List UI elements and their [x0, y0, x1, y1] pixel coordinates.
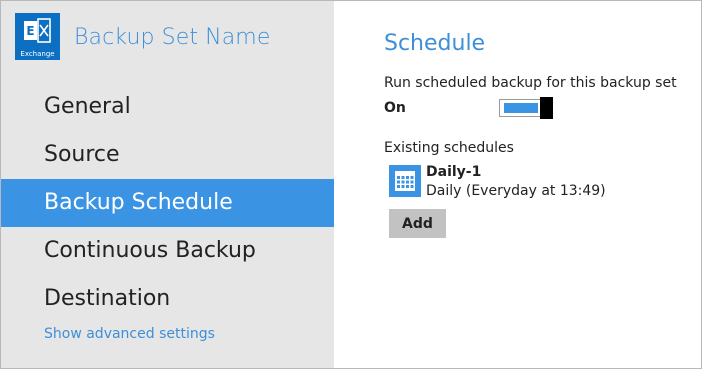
calendar-glyph — [395, 171, 415, 191]
toggle-thumb[interactable] — [540, 97, 553, 119]
show-advanced-settings-link[interactable]: Show advanced settings — [44, 326, 215, 342]
exchange-logo: E — [24, 18, 51, 43]
existing-schedules-label: Existing schedules — [384, 140, 514, 156]
sidebar-item-general[interactable]: General — [1, 83, 334, 131]
page-title: Schedule — [384, 31, 486, 56]
app-icon-caption: Exchange — [20, 50, 55, 58]
scheduled-backup-toggle[interactable] — [499, 97, 553, 119]
add-schedule-button[interactable]: Add — [389, 209, 446, 238]
backup-settings-window: E Exchange Backup Set Name General Sourc… — [0, 0, 702, 369]
calendar-icon[interactable] — [389, 165, 421, 197]
sidebar-item-destination[interactable]: Destination — [1, 275, 334, 323]
run-scheduled-backup-label: Run scheduled backup for this backup set — [384, 75, 677, 91]
schedule-panel: Schedule Run scheduled backup for this b… — [334, 1, 701, 368]
sidebar: E Exchange Backup Set Name General Sourc… — [1, 1, 334, 368]
sidebar-item-source[interactable]: Source — [1, 131, 334, 179]
schedule-description: Daily (Everyday at 13:49) — [426, 183, 606, 199]
sidebar-item-continuous-backup[interactable]: Continuous Backup — [1, 227, 334, 275]
toggle-fill — [504, 103, 538, 113]
exchange-icon: E Exchange — [15, 13, 60, 60]
toggle-state-label: On — [384, 100, 406, 116]
backup-set-name: Backup Set Name — [74, 25, 271, 50]
sidebar-item-backup-schedule[interactable]: Backup Schedule — [1, 179, 334, 227]
svg-text:E: E — [26, 24, 34, 38]
schedule-name[interactable]: Daily-1 — [426, 164, 481, 180]
